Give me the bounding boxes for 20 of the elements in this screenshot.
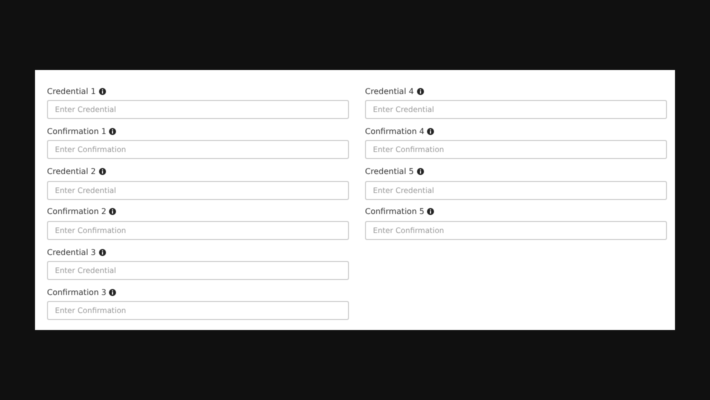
info-icon bbox=[98, 168, 106, 176]
field-label: Confirmation 4 bbox=[365, 126, 424, 136]
info-icon bbox=[427, 128, 434, 135]
field-label: Confirmation 5 bbox=[365, 207, 424, 216]
info-icon bbox=[109, 208, 116, 216]
field-label: Confirmation 3 bbox=[47, 288, 106, 297]
info-icon bbox=[109, 288, 116, 296]
info-icon bbox=[109, 128, 116, 135]
info-icon bbox=[98, 88, 106, 94]
field-label: Credential 4 bbox=[365, 86, 414, 96]
field-label: Confirmation 2 bbox=[47, 207, 106, 216]
info-icon bbox=[416, 88, 424, 94]
field-label: Credential 2 bbox=[47, 167, 96, 176]
info-icon bbox=[98, 248, 106, 256]
field-label: Credential 5 bbox=[365, 167, 414, 176]
info-icon bbox=[416, 168, 424, 176]
field-label: Confirmation 1 bbox=[47, 126, 106, 136]
field-label: Credential 3 bbox=[47, 248, 96, 257]
field-label: Credential 1 bbox=[47, 86, 96, 96]
info-icon bbox=[427, 208, 434, 216]
